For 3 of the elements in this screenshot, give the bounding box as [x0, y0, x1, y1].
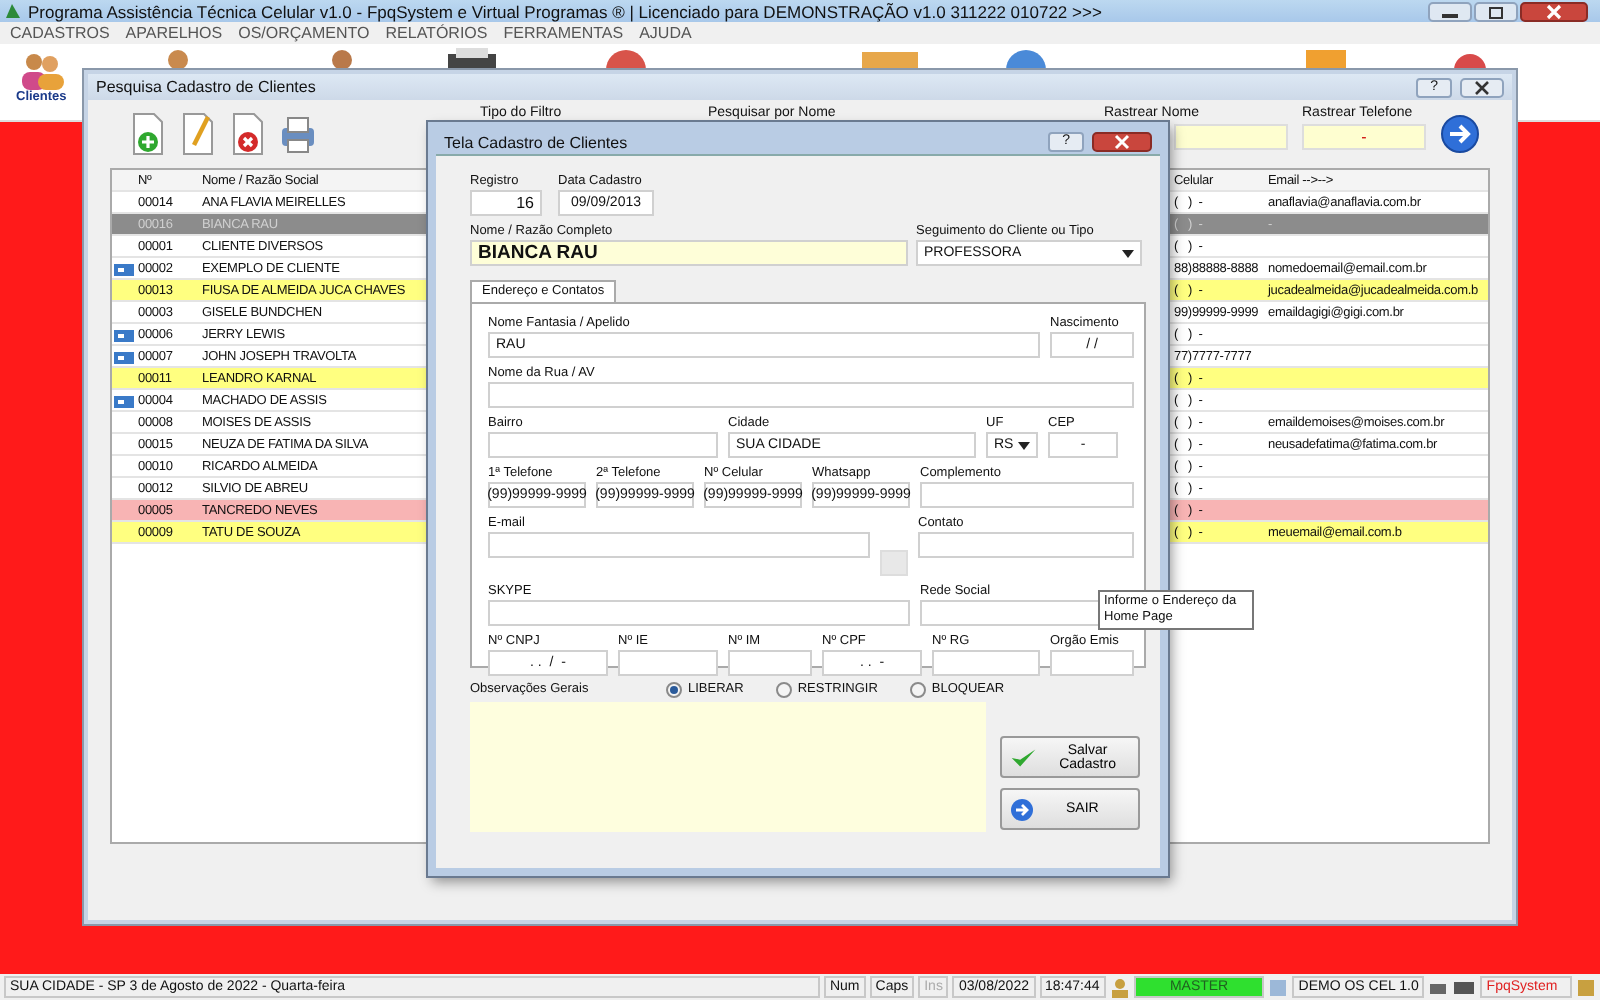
- dialog-title: Tela Cadastro de Clientes: [444, 133, 628, 151]
- window-title: Pesquisa Cadastro de Clientes: [96, 78, 316, 96]
- window-title: Programa Assistência Técnica Celular v1.0 - FpqSystem e Virtual Programas ® | Licenciado para DEMONSTRAÇÃO v1.0 311222 010722 >>>: [28, 1, 1102, 21]
